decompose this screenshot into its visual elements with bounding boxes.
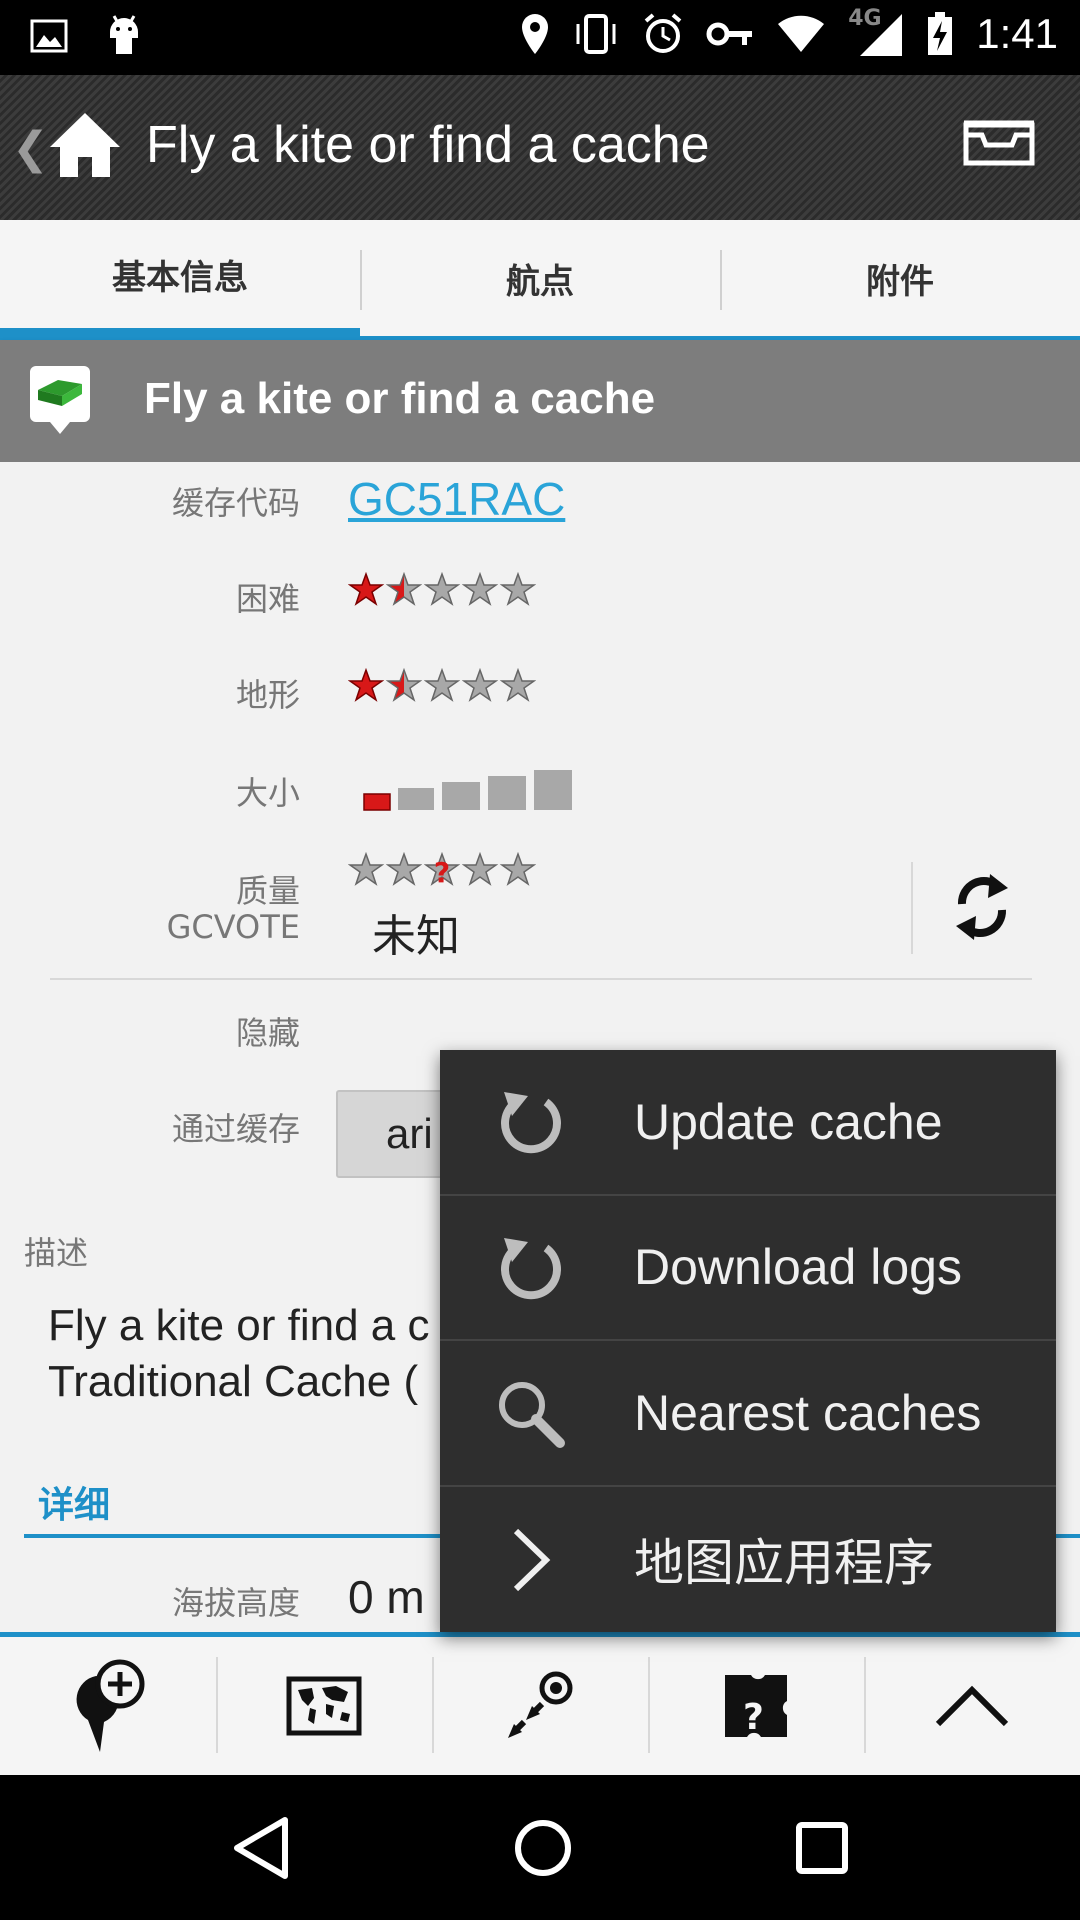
refresh-icon — [501, 1237, 561, 1299]
tab-basic-info[interactable]: 基本信息 — [0, 220, 360, 340]
difficulty-label: 困难 — [235, 580, 300, 618]
home-icon[interactable] — [48, 109, 122, 181]
bottom-toolbar: ? — [0, 1637, 1080, 1775]
divider — [50, 978, 1032, 980]
up-caret-icon[interactable]: ❮ — [12, 123, 49, 174]
puzzle-button[interactable]: ? — [648, 1637, 864, 1775]
hidden-label: 隐藏 — [235, 1014, 300, 1052]
star-full-icon — [348, 572, 384, 606]
map-button[interactable] — [216, 1637, 432, 1775]
action-bar-title: Fly a kite or find a cache — [146, 116, 710, 174]
star-empty-icon — [348, 852, 384, 886]
size-indicator — [363, 770, 572, 811]
description-text: Fly a kite or find a c Traditional Cache… — [48, 1298, 429, 1410]
tab-attachments[interactable]: 附件 — [720, 220, 1080, 340]
vpn-key-icon — [706, 22, 753, 46]
quality-label: 质量 — [235, 872, 300, 910]
star-empty-icon — [462, 572, 498, 606]
star-empty-icon — [462, 668, 498, 702]
star-full-icon — [348, 668, 384, 702]
terrain-stars — [348, 668, 536, 704]
archive-icon[interactable] — [962, 119, 1036, 167]
terrain-label: 地形 — [235, 676, 300, 714]
star-empty-icon — [500, 572, 536, 606]
add-waypoint-icon — [76, 1659, 145, 1752]
star-empty-icon — [424, 572, 460, 606]
star-half-icon — [386, 668, 422, 702]
difficulty-stars — [348, 572, 536, 608]
puzzle-icon: ? — [725, 1675, 787, 1738]
altitude-label: 海拔高度 — [171, 1584, 300, 1622]
recents-icon[interactable] — [795, 1821, 849, 1875]
cache-header: Fly a kite or find a cache — [0, 340, 1080, 462]
menu-item-download-logs[interactable]: Download logs — [440, 1196, 1056, 1341]
refresh-vote-icon[interactable] — [950, 870, 1014, 944]
navigate-icon — [508, 1671, 573, 1738]
refresh-icon — [501, 1092, 561, 1154]
star-empty-icon — [500, 668, 536, 702]
alarm-icon — [644, 13, 682, 53]
home-circle-icon[interactable] — [513, 1818, 573, 1878]
quality-stars: ? — [348, 852, 536, 888]
tab-waypoints[interactable]: 航点 — [360, 220, 720, 340]
quality-value: 未知 — [372, 911, 460, 962]
altitude-value: 0 m — [348, 1571, 425, 1623]
size-label: 大小 — [235, 774, 300, 812]
battery-charging-icon — [928, 12, 953, 55]
details-section-title: 详细 — [38, 1485, 111, 1526]
wifi-icon — [778, 15, 825, 52]
status-bar: 4G 1:41 — [0, 0, 1080, 75]
description-label: 描述 — [24, 1234, 89, 1272]
search-icon — [499, 1382, 565, 1448]
star-empty-icon — [500, 852, 536, 886]
code-label: 缓存代码 — [171, 484, 300, 522]
navigate-button[interactable] — [432, 1637, 648, 1775]
description-line: Fly a kite or find a c — [48, 1301, 430, 1350]
cell-signal-icon: 4G — [848, 6, 904, 58]
star-empty-icon — [462, 852, 498, 886]
location-icon — [522, 14, 549, 54]
svg-text:?: ? — [743, 1697, 764, 1738]
divider — [911, 862, 913, 954]
menu-item-update-cache[interactable]: Update cache — [440, 1050, 1056, 1196]
star-empty-icon — [424, 668, 460, 702]
menu-item-map-apps[interactable]: 地图应用程序 — [440, 1487, 1056, 1633]
cache-code-link[interactable]: GC51RAC — [348, 472, 565, 526]
chevron-right-icon — [513, 1528, 551, 1591]
clock: 1:41 — [976, 10, 1058, 57]
system-nav-bar — [0, 1775, 1080, 1920]
gallery-icon — [30, 19, 68, 53]
star-half-icon — [386, 572, 422, 606]
overflow-menu: Update cache Download logs Nearest cache… — [440, 1050, 1056, 1632]
menu-item-nearest-caches[interactable]: Nearest caches — [440, 1341, 1056, 1487]
star-unknown-icon: ? — [424, 852, 460, 888]
menu-item-label: Nearest caches — [634, 1384, 982, 1441]
android-icon — [110, 15, 138, 54]
chevron-up-icon — [935, 1685, 1009, 1727]
gcvote-label: GCVOTE — [166, 908, 300, 946]
menu-item-label: Update cache — [634, 1093, 943, 1150]
tab-bar: 基本信息 航点 附件 — [0, 220, 1080, 340]
cache-name: Fly a kite or find a cache — [144, 374, 656, 423]
vibrate-icon — [576, 14, 616, 54]
owner-label: 通过缓存 — [171, 1110, 300, 1148]
description-line: Traditional Cache ( — [48, 1357, 419, 1406]
menu-item-label: 地图应用程序 — [634, 1535, 934, 1592]
add-waypoint-button[interactable] — [0, 1637, 216, 1775]
action-bar: ❮ Fly a kite or find a cache — [0, 75, 1080, 220]
back-icon[interactable] — [231, 1816, 291, 1880]
expand-up-button[interactable] — [864, 1637, 1080, 1775]
menu-item-label: Download logs — [634, 1239, 962, 1296]
traditional-cache-icon — [30, 366, 90, 434]
star-empty-icon — [386, 852, 422, 886]
svg-text:?: ? — [434, 856, 450, 888]
world-map-icon — [286, 1676, 362, 1736]
